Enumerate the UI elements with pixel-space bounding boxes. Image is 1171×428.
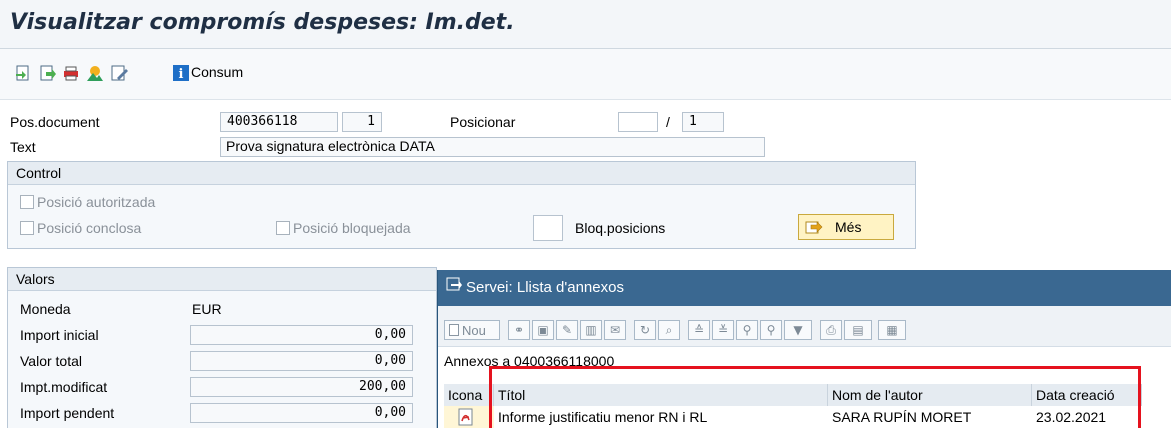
row-autor: SARA RUPÍN MORET: [832, 409, 972, 425]
mes-label: Més: [835, 219, 862, 235]
dialog-title: Servei: Llista d'annexos: [466, 279, 624, 296]
valor-total-label: Valor total: [20, 353, 82, 369]
posicionar-input[interactable]: [618, 112, 658, 132]
document-icon[interactable]: [38, 64, 56, 82]
filter-icon[interactable]: ▼: [784, 320, 812, 340]
checkbox-box[interactable]: [20, 221, 34, 235]
document-number-field: 400366118: [220, 112, 338, 132]
sort-ascending-icon[interactable]: ≙: [688, 320, 710, 340]
find-next-icon[interactable]: ⚲: [760, 320, 782, 340]
impt-modificat-field: 200,00: [190, 377, 413, 397]
consum-button[interactable]: Consum: [191, 64, 243, 80]
import-pendent-label: Import pendent: [20, 405, 115, 421]
info-icon[interactable]: i: [172, 64, 190, 82]
find-icon[interactable]: ⚲: [736, 320, 758, 340]
pos-document-label: Pos.document: [10, 114, 100, 130]
attach-icon[interactable]: ✉: [604, 320, 626, 340]
text-label: Text: [10, 139, 36, 155]
pdf-document-icon: [458, 408, 474, 428]
annexes-dialog: Servei: Llista d'annexos Nou ⚭ ▣ ✎ ▥ ✉ ↻…: [437, 270, 1171, 428]
posicio-conclosa-checkbox[interactable]: Posició conclosa: [20, 220, 141, 236]
valor-total-field: 0,00: [190, 351, 413, 371]
services-icon[interactable]: [86, 64, 104, 82]
page-title: Visualitzar compromís despeses: Im.det.: [10, 10, 515, 35]
new-label: Nou: [462, 322, 486, 338]
new-document-icon: [449, 324, 459, 336]
text-field: Prova signatura electrònica DATA: [220, 137, 765, 157]
posicionar-separator: /: [666, 114, 670, 130]
layout-icon[interactable]: ▦: [878, 320, 906, 340]
checkbox-box[interactable]: [276, 221, 290, 235]
column-header-data[interactable]: Data creació: [1032, 384, 1142, 406]
posicio-autoritzada-label: Posició autoritzada: [37, 194, 156, 210]
edit-icon[interactable]: [110, 64, 128, 82]
import-inicial-field: 0,00: [190, 325, 413, 345]
checkbox-box[interactable]: [20, 195, 34, 209]
posicionar-total-field: 1: [682, 112, 724, 132]
moneda-value: EUR: [192, 301, 222, 317]
dialog-subtitle: Annexos a 0400366118000: [444, 353, 615, 369]
sort-descending-icon[interactable]: ≚: [712, 320, 734, 340]
moneda-label: Moneda: [20, 301, 71, 317]
posicio-bloquejada-label: Posició bloquejada: [293, 220, 411, 236]
glasses-icon[interactable]: ⚭: [508, 320, 530, 340]
back-icon[interactable]: [14, 64, 32, 82]
title-bar: Visualitzar compromís despeses: Im.det.: [0, 0, 1171, 49]
bloq-posicions-label: Bloq.posicions: [575, 220, 666, 236]
dialog-title-bar: Servei: Llista d'annexos: [438, 270, 1171, 306]
export-icon[interactable]: ▣: [532, 320, 554, 340]
refresh-icon[interactable]: ↻: [634, 320, 656, 340]
print-list-icon[interactable]: ⎙: [820, 320, 842, 340]
column-header-autor[interactable]: Nom de l'autor: [828, 384, 1032, 406]
new-button[interactable]: Nou: [444, 320, 500, 340]
posicionar-label: Posicionar: [450, 114, 516, 130]
posicio-autoritzada-checkbox[interactable]: Posició autoritzada: [20, 194, 155, 210]
valors-group-title: Valors: [8, 268, 436, 291]
arrow-right-icon: [805, 219, 823, 235]
impt-modificat-label: Impt.modificat: [20, 379, 108, 395]
bloq-posicions-button[interactable]: [533, 215, 563, 241]
row-icon-cell[interactable]: [444, 406, 494, 428]
pencil-icon[interactable]: ✎: [556, 320, 578, 340]
import-pendent-field: 0,00: [190, 403, 413, 423]
export-list-icon[interactable]: ▤: [844, 320, 872, 340]
details-icon[interactable]: ⌕: [658, 320, 680, 340]
import-inicial-label: Import inicial: [20, 327, 99, 343]
control-group-title: Control: [8, 162, 915, 185]
column-header-titol[interactable]: Títol: [494, 384, 828, 406]
position-field: 1: [342, 112, 382, 132]
trash-icon[interactable]: ▥: [580, 320, 602, 340]
mes-button[interactable]: Més: [798, 214, 894, 240]
posicio-bloquejada-checkbox[interactable]: Posició bloquejada: [276, 220, 411, 236]
dialog-window-icon: [446, 270, 462, 306]
row-titol: Informe justificatiu menor RN i RL: [498, 409, 708, 425]
table-row[interactable]: Informe justificatiu menor RN i RL: [494, 406, 828, 428]
svg-text:i: i: [179, 67, 184, 82]
posicio-conclosa-label: Posició conclosa: [37, 220, 142, 236]
column-header-icona[interactable]: Icona: [444, 384, 494, 406]
print-icon[interactable]: [62, 64, 80, 82]
row-data: 23.02.2021: [1036, 409, 1107, 425]
